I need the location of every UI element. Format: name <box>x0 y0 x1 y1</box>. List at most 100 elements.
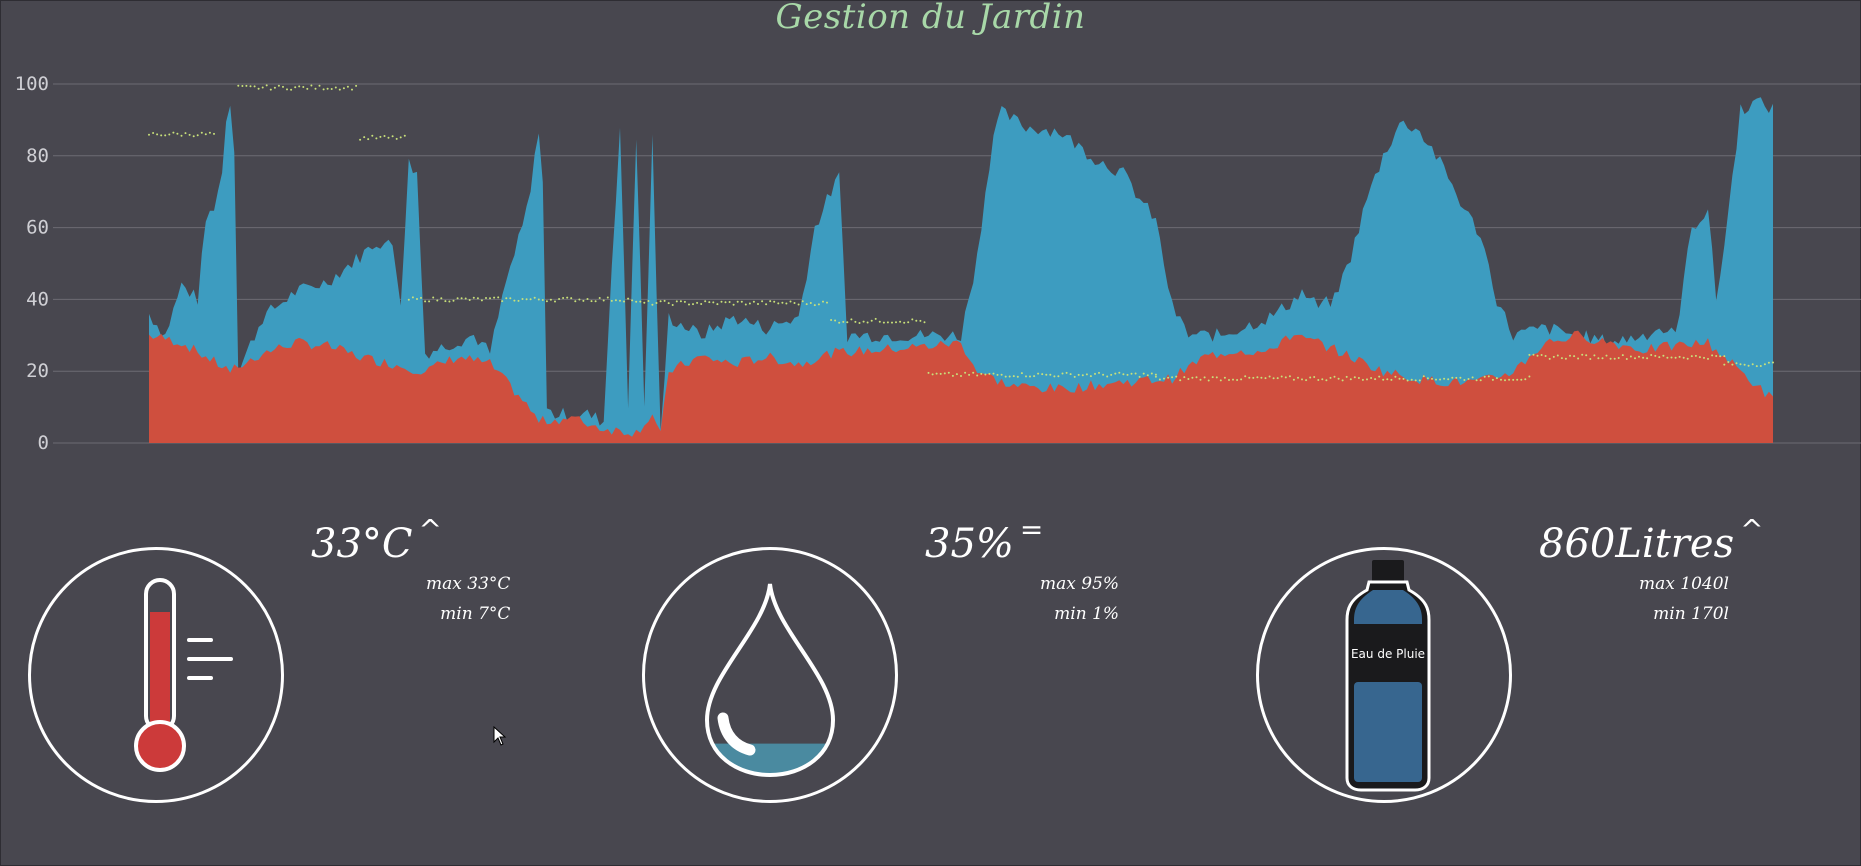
level-dot <box>923 321 926 324</box>
level-dot <box>298 85 301 88</box>
level-dot <box>1467 378 1470 380</box>
level-dot <box>1309 376 1312 379</box>
level-dot <box>1451 376 1454 379</box>
level-dot <box>1703 356 1705 359</box>
level-dot <box>411 296 414 299</box>
level-dot <box>1089 375 1092 378</box>
level-dot <box>164 134 167 137</box>
level-dot <box>192 135 195 138</box>
level-dot <box>330 88 333 90</box>
water-drop-icon <box>704 583 836 778</box>
level-dot <box>375 137 378 140</box>
level-dot <box>1772 361 1774 364</box>
level-dot <box>1634 357 1636 360</box>
level-dot <box>1236 379 1239 381</box>
level-dot <box>403 134 406 137</box>
level-dot <box>1016 375 1019 378</box>
level-dot <box>1402 377 1405 380</box>
level-dot <box>180 134 183 137</box>
level-dot <box>1629 355 1632 358</box>
level-dot <box>261 86 264 89</box>
level-dot <box>448 300 451 303</box>
level-dot <box>379 135 382 138</box>
level-dot <box>200 131 203 134</box>
level-dot <box>1366 378 1368 381</box>
temperature-min: min 7°C <box>440 604 511 624</box>
level-dot <box>310 84 313 87</box>
level-dot <box>874 317 877 320</box>
level-dot <box>1378 375 1381 378</box>
level-dot <box>1508 378 1511 381</box>
level-dot <box>497 296 500 299</box>
level-dot <box>627 297 630 300</box>
chart-tick-labels: 0 20 40 60 80 100 <box>15 73 49 454</box>
level-dot <box>1743 363 1746 366</box>
level-dot <box>1268 375 1271 378</box>
level-dot <box>1248 376 1251 379</box>
level-dot <box>675 300 678 303</box>
level-dot <box>594 300 597 303</box>
level-dot <box>586 298 589 300</box>
y-tick-label: 20 <box>26 360 49 382</box>
level-dot <box>322 88 325 91</box>
level-dot <box>1593 354 1596 357</box>
level-dot <box>955 373 958 376</box>
level-dot <box>947 371 950 374</box>
level-dot <box>1138 375 1141 378</box>
water-reading: 860Litres <box>1539 521 1735 567</box>
level-dot <box>1573 355 1576 358</box>
level-dot <box>1759 365 1762 367</box>
level-dot <box>1175 375 1178 378</box>
level-dot <box>1232 378 1234 381</box>
level-dot <box>1650 354 1653 356</box>
level-dot <box>667 302 670 305</box>
level-dot <box>286 88 288 91</box>
level-dot <box>1585 354 1588 357</box>
level-dot <box>1179 379 1182 382</box>
level-dot <box>663 299 666 302</box>
level-dot <box>980 372 983 375</box>
level-dot <box>1012 375 1015 378</box>
level-dot <box>1544 355 1547 357</box>
level-dot <box>895 321 897 324</box>
level-dot <box>237 84 240 87</box>
level-dot <box>509 297 512 300</box>
level-dot <box>935 372 938 375</box>
level-dot <box>911 318 914 321</box>
level-dot <box>460 297 463 300</box>
level-dot <box>659 300 662 303</box>
level-dot <box>1524 378 1527 381</box>
level-dot <box>1528 375 1531 378</box>
level-dot <box>976 374 979 377</box>
level-dot <box>1110 373 1113 376</box>
level-dot <box>1463 379 1466 381</box>
level-dot <box>1682 356 1685 359</box>
thermometer-icon <box>134 578 233 772</box>
level-dot <box>566 296 569 299</box>
level-dot <box>1154 373 1157 376</box>
level-dot <box>1361 378 1364 381</box>
level-dot <box>265 84 268 87</box>
level-dot <box>1020 372 1023 375</box>
level-dot <box>1374 378 1377 381</box>
level-dot <box>598 297 601 299</box>
level-dot <box>964 371 967 374</box>
level-dot <box>679 300 682 303</box>
level-dot <box>505 297 508 300</box>
level-dot <box>862 320 865 323</box>
level-dot <box>1341 379 1344 382</box>
level-dot <box>988 372 991 375</box>
level-dot <box>931 373 934 376</box>
level-dot <box>196 134 199 137</box>
level-dot <box>1727 361 1730 363</box>
level-dot <box>468 299 471 301</box>
humidity-max: max 95% <box>1040 574 1120 594</box>
level-dot <box>407 298 410 301</box>
humidity-icon-circle <box>642 547 898 803</box>
temperature-trend-icon: ^ <box>418 513 442 546</box>
temperature-max: max 33°C <box>426 574 511 594</box>
level-dot <box>647 300 650 302</box>
level-dot <box>282 85 284 88</box>
level-dot <box>533 296 536 299</box>
level-dot <box>1747 364 1750 367</box>
